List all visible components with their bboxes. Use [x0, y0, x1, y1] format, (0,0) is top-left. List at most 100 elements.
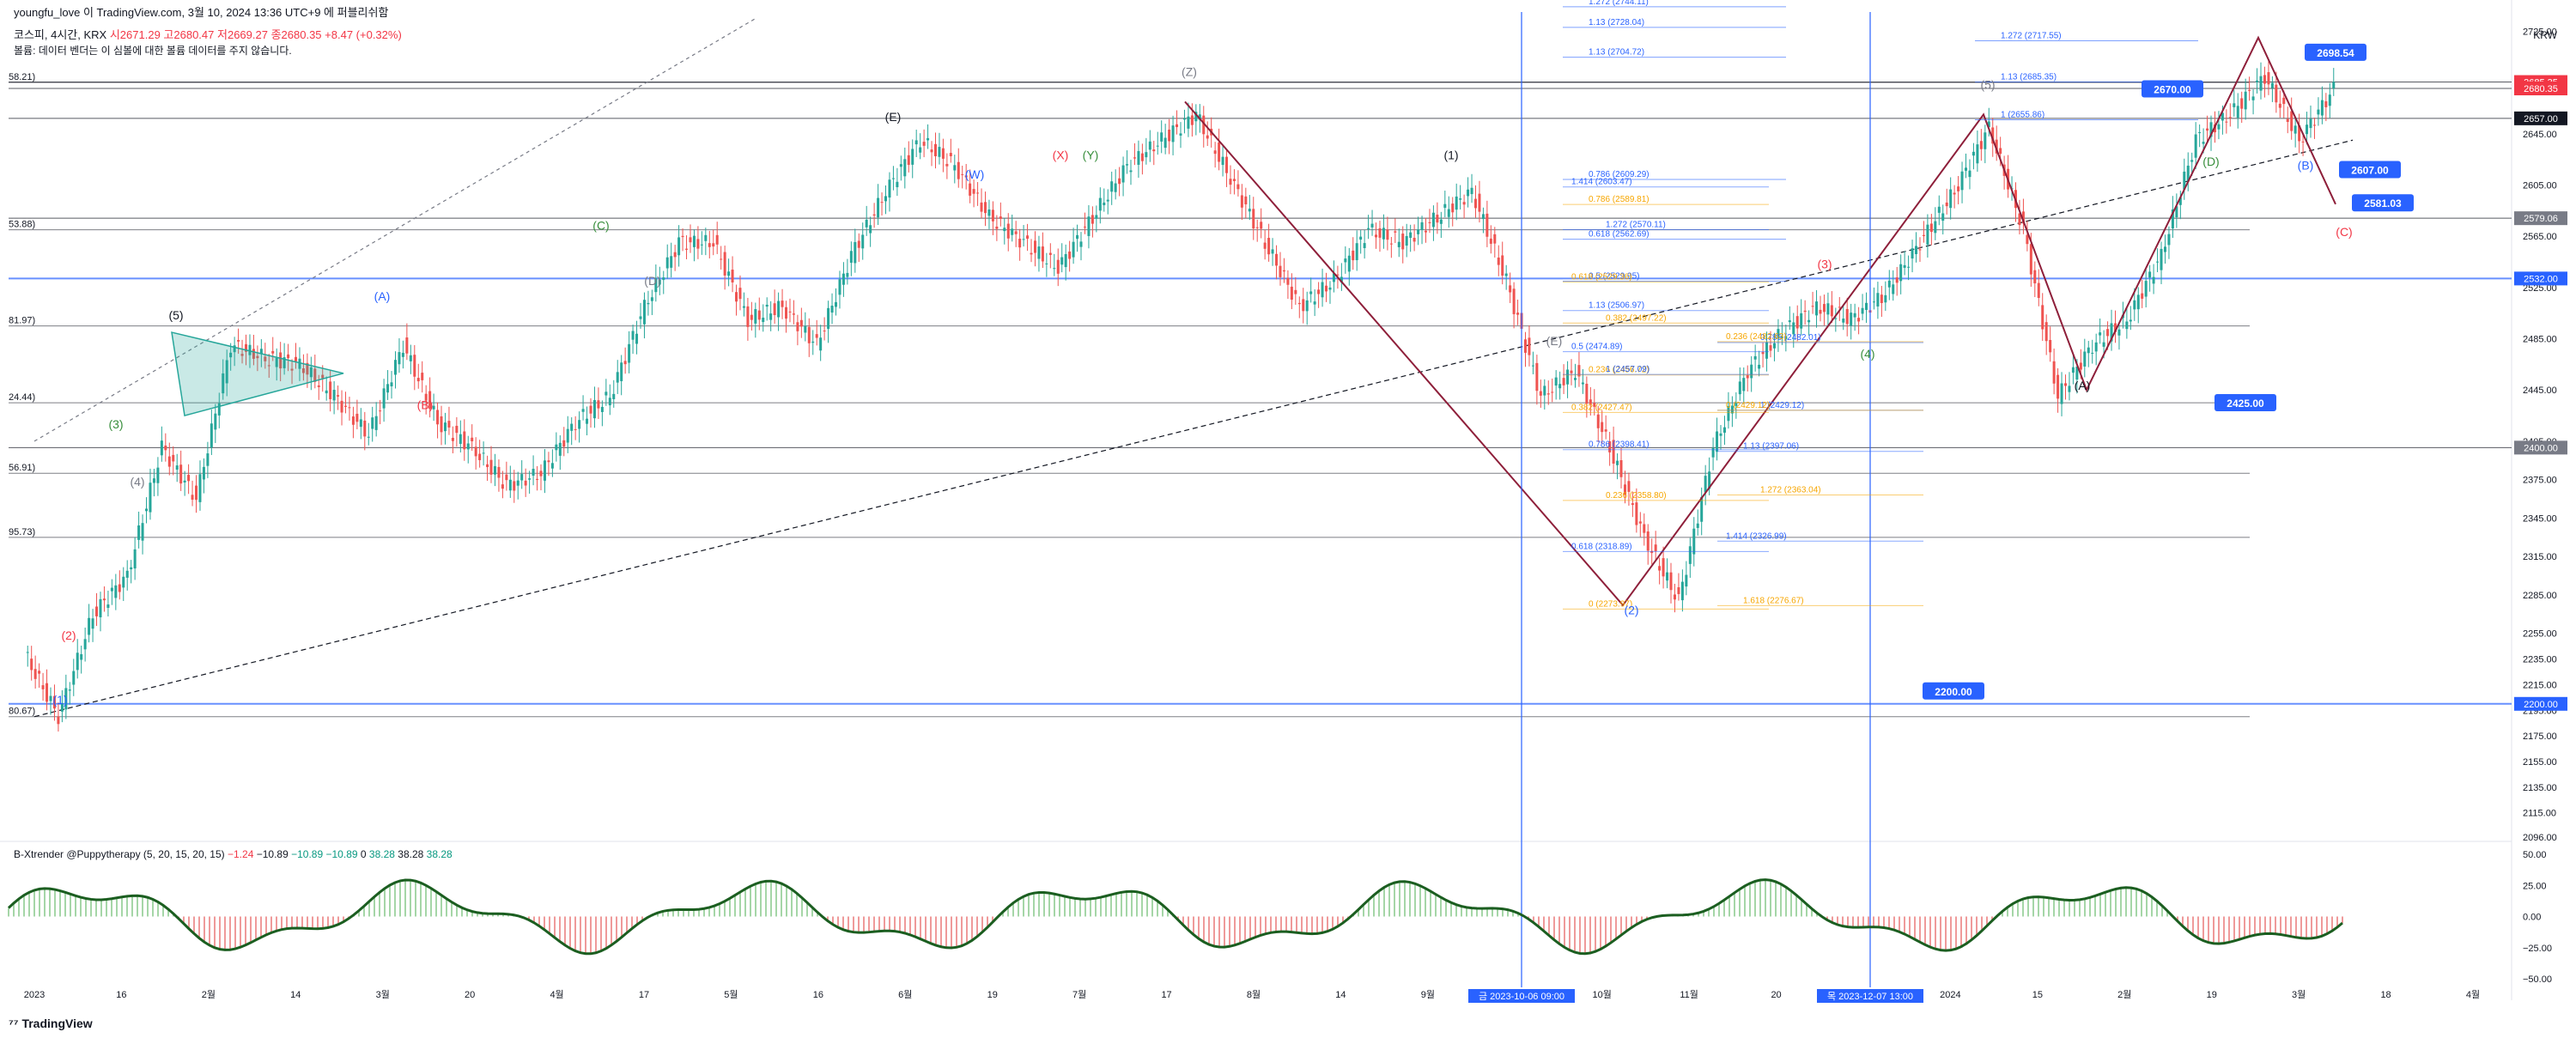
candle-body: [1815, 301, 1819, 316]
candle-body: [773, 303, 776, 316]
candle-body: [1271, 249, 1274, 254]
candle-body: [957, 161, 960, 179]
price-label-text: 2200.00: [2524, 700, 2558, 710]
candle-body: [1294, 289, 1297, 294]
candle-body: [1033, 240, 1036, 253]
indicator-tick: 25.00: [2523, 881, 2547, 891]
price-label-text: 2400.00: [2524, 443, 2558, 453]
candle-body: [635, 333, 639, 344]
wave-label: (D): [2202, 155, 2219, 168]
candle-body: [524, 480, 527, 486]
chart-canvas[interactable]: 58.21) 53.88) 81.97) 24.44) 56.91) 95.73) 80.6…: [0, 0, 2576, 1038]
fib-label: 1 (2457.09): [1606, 365, 1649, 374]
tradingview-logo[interactable]: ⁷⁷ TradingView: [9, 1017, 93, 1030]
candle-body: [543, 460, 546, 481]
candle-body: [715, 234, 719, 245]
candle-body: [72, 671, 76, 685]
wave-label: (D): [644, 274, 660, 288]
candle-body: [1573, 378, 1577, 380]
candle-body: [474, 446, 477, 457]
candle-body: [1436, 215, 1439, 223]
candle-body: [38, 671, 41, 674]
candle-body: [1654, 544, 1657, 551]
candle-body: [1397, 241, 1400, 247]
candle-body: [287, 354, 290, 359]
time-tick-label: 4월: [2466, 989, 2480, 1000]
candle-body: [888, 179, 891, 198]
time-tick-label: 17: [639, 990, 649, 1000]
candle-body: [2312, 124, 2316, 126]
currency-label[interactable]: KRW: [2533, 29, 2557, 41]
indicator-tick: 50.00: [2523, 850, 2547, 860]
logo-text: TradingView: [21, 1017, 93, 1030]
time-tick-label: 2월: [2117, 989, 2131, 1000]
candle-body: [2163, 246, 2166, 252]
candle-body: [1704, 476, 1707, 493]
candle-body: [1056, 259, 1060, 274]
candle-body: [1758, 364, 1761, 369]
candle-body: [1401, 234, 1405, 250]
candle-body: [528, 478, 532, 480]
candle-body: [612, 393, 616, 399]
candle-body: [130, 567, 133, 570]
candle-body: [1546, 393, 1550, 395]
candle-body: [972, 189, 975, 194]
candle-body: [677, 237, 681, 256]
indicator-name[interactable]: B-Xtrender @Puppytherapy (5, 20, 15, 20,…: [14, 848, 225, 860]
candle-body: [1788, 320, 1791, 323]
candle-body: [1218, 142, 1221, 162]
candle-body: [1685, 574, 1688, 587]
candle-body: [662, 277, 665, 281]
candle-body: [401, 352, 404, 357]
candle-body: [1601, 422, 1604, 433]
candle-body: [2125, 321, 2129, 330]
candle-body: [2160, 248, 2163, 270]
candle-body: [1325, 285, 1328, 292]
candle-body: [466, 443, 470, 450]
candle-body: [1244, 196, 1248, 205]
candle-body: [367, 436, 370, 438]
time-tick-label: 17: [1161, 990, 1171, 1000]
candle-body: [2217, 124, 2221, 130]
candle-body: [1126, 164, 1129, 166]
price-label-text: 2657.00: [2524, 114, 2558, 124]
candle-body: [145, 508, 149, 512]
candle-body: [1156, 145, 1159, 147]
wave-label: (Y): [1083, 149, 1099, 162]
candle-body: [1949, 189, 1953, 209]
candle-body: [2194, 134, 2197, 158]
candle-body: [1003, 228, 1006, 232]
candle-body: [647, 302, 650, 305]
candle-body: [26, 652, 29, 653]
candle-body: [1260, 222, 1263, 229]
candle-body: [1176, 124, 1179, 128]
time-tick-label: 8월: [1247, 989, 1261, 1000]
candle-body: [899, 164, 902, 167]
candle-body: [1355, 243, 1358, 261]
candle-body: [930, 149, 933, 153]
candle-body: [1359, 236, 1363, 240]
ohlc-close: 종2680.35: [270, 28, 322, 41]
candle-body: [919, 147, 922, 153]
candle-body: [1394, 231, 1397, 233]
candle-body: [1221, 156, 1224, 166]
candle-body: [1313, 301, 1316, 305]
candle-body: [574, 428, 577, 430]
candle-body: [1872, 301, 1875, 303]
symbol-name[interactable]: 코스피, 4시간, KRX: [14, 28, 106, 41]
price-tick-label: 2096.00: [2523, 833, 2557, 843]
fib-label: 1.13 (2397.06): [1743, 442, 1799, 452]
candle-body: [796, 322, 799, 331]
wave-label: (B): [417, 398, 434, 412]
candle-body: [478, 453, 482, 460]
candle-body: [1822, 304, 1826, 313]
candle-body: [295, 356, 298, 361]
candle-body: [762, 318, 765, 323]
candle-body: [1523, 339, 1527, 353]
indicator-value: 38.28: [426, 848, 453, 860]
candle-body: [861, 234, 865, 249]
candle-body: [2309, 118, 2312, 129]
candle-body: [849, 251, 853, 264]
candle-body: [620, 362, 623, 381]
candle-body: [581, 409, 585, 412]
